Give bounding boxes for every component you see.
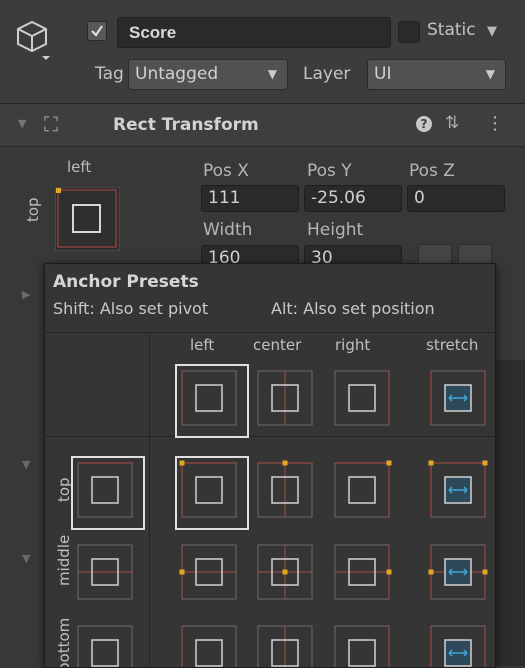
preset-icon[interactable]: ⇅ [445,113,459,133]
anchor-preset-right[interactable] [331,367,393,429]
width-label: Width [203,220,253,240]
pos-z-input[interactable]: 0 [407,185,505,212]
check-icon [91,25,103,37]
column-label-stretch: stretch [426,336,479,354]
anchor-preset-bottom-center[interactable] [254,622,316,667]
hint-position: Alt: Also set position [271,299,435,318]
anchor-preset-top-right[interactable] [331,459,393,521]
foldout-arrow-icon[interactable]: ▼ [18,117,26,130]
dropdown-arrow-icon: ▼ [267,67,277,81]
foldout-arrow-icon[interactable]: ▼ [22,552,30,565]
static-label[interactable]: Static [427,20,476,40]
rect-transform-header[interactable]: ▼ ⛶ Rect Transform ? ⇅ ⋮ [0,104,525,147]
divider [45,436,495,437]
pos-y-input[interactable]: -25.06 [304,185,402,212]
anchor-preset-bottom[interactable] [74,622,136,667]
object-name-input[interactable]: Score [117,17,391,48]
selection-highlight [175,364,249,438]
height-label: Height [307,220,364,240]
hint-pivot: Shift: Also set pivot [53,299,209,318]
layer-value: UI [374,64,392,84]
rect-transform-icon: ⛶ [44,112,58,136]
column-label-right: right [335,336,371,354]
object-name-text: Score [129,23,177,42]
selection-highlight [71,456,145,530]
divider [45,332,495,333]
anchor-horizontal-label: left [67,158,92,176]
inspector-header: Score Static ▼ Tag Untagged ▼ Layer UI ▼ [0,0,525,104]
static-dropdown-arrow-icon[interactable]: ▼ [487,24,497,39]
anchor-preset-bottom-right[interactable] [331,622,393,667]
anchor-presets-popup: Anchor Presets Shift: Also set pivot Alt… [44,263,496,668]
divider [149,332,150,667]
anchor-preset-middle[interactable] [74,541,136,603]
anchor-preset-middle-center[interactable] [254,541,316,603]
help-icon[interactable]: ? [416,116,432,132]
anchor-preset-stretch[interactable] [427,367,489,429]
row-label-middle: middle [55,534,73,586]
column-label-center: center [253,336,302,354]
anchor-preset-center[interactable] [254,367,316,429]
foldout-arrow-icon[interactable]: ▶ [22,288,30,301]
row-label-bottom: bottom [55,617,73,668]
tag-dropdown[interactable]: Untagged ▼ [128,59,288,90]
tag-label: Tag [95,64,124,84]
pos-z-label: Pos Z [409,161,455,181]
tag-value: Untagged [135,64,219,84]
column-label-left: left [190,336,215,354]
anchor-preset-button[interactable] [55,187,120,251]
popup-title: Anchor Presets [53,272,199,292]
pos-x-input[interactable]: 111 [201,185,299,212]
inspector-background [494,360,525,666]
anchor-preset-middle-right[interactable] [331,541,393,603]
more-icon[interactable]: ⋮ [486,113,504,134]
pos-y-label: Pos Y [307,161,352,181]
selection-highlight [175,456,249,530]
anchor-preset-middle-left[interactable] [178,541,240,603]
anchor-preset-bottom-stretch[interactable] [427,622,489,667]
anchor-vertical-label: top [24,197,42,222]
anchor-preset-top-stretch[interactable] [427,459,489,521]
static-checkbox[interactable] [398,21,420,43]
component-title: Rect Transform [113,115,259,135]
foldout-arrow-icon[interactable]: ▼ [22,458,30,471]
active-checkbox[interactable] [87,21,107,41]
anchor-preset-middle-stretch[interactable] [427,541,489,603]
cube-icon[interactable] [14,18,54,62]
layer-label: Layer [303,64,351,84]
anchor-preset-bottom-left[interactable] [178,622,240,667]
pos-x-label: Pos X [203,161,249,181]
layer-dropdown[interactable]: UI ▼ [367,59,506,90]
anchor-preset-top-center[interactable] [254,459,316,521]
dropdown-arrow-icon: ▼ [485,67,495,81]
